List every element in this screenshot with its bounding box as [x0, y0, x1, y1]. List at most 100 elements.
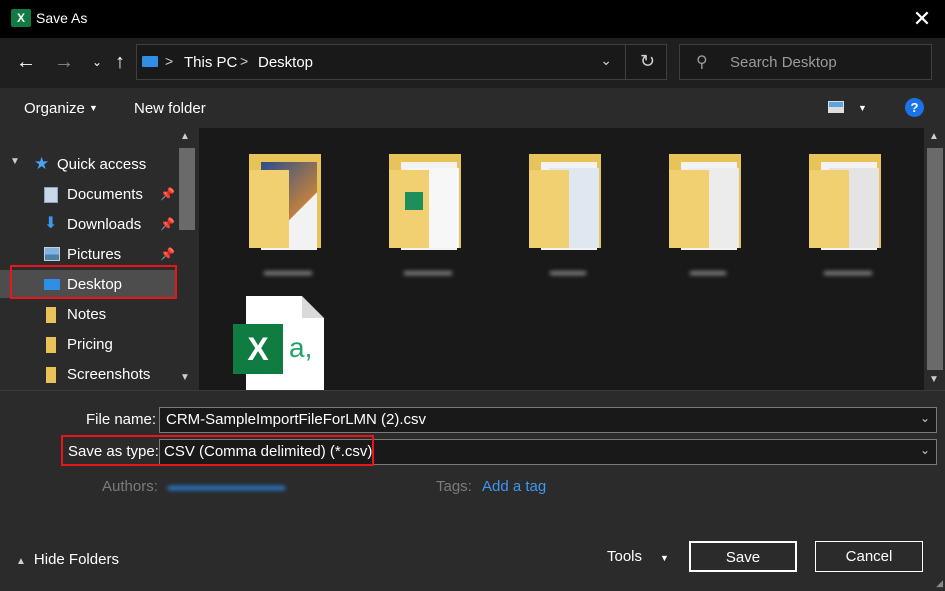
title-bar: X Save As ✕ — [0, 0, 945, 39]
scrollbar-thumb[interactable] — [927, 148, 943, 370]
chevron-down-icon[interactable]: ⌄ — [920, 411, 930, 425]
save-button[interactable]: Save — [689, 541, 797, 572]
hide-folders-button[interactable]: ▲ Hide Folders — [16, 551, 119, 568]
folder-name-blurred: ▬▬▬▬ — [404, 264, 452, 278]
folder-item[interactable]: ▬▬▬ — [523, 150, 613, 280]
search-box[interactable]: ⚲ — [679, 44, 932, 80]
tools-menu-button[interactable]: Tools — [607, 548, 642, 565]
navigation-pane: ▼ ★ Quick access Documents 📌 ⬇ Downloads… — [0, 128, 198, 390]
folder-item[interactable]: ▬▬▬ — [663, 150, 753, 280]
file-name-value: CRM-SampleImportFileForLMN (2).csv — [166, 411, 427, 428]
sidebar-item-label: Notes — [67, 306, 107, 323]
sidebar-item-quick-access[interactable]: ▼ ★ Quick access — [0, 150, 176, 178]
folder-item[interactable]: ▬▬▬▬ — [803, 150, 893, 280]
save-type-value-highlight-box — [157, 435, 374, 466]
address-history-chevron-down-icon[interactable]: ⌄ — [600, 52, 612, 69]
breadcrumb-this-pc[interactable]: This PC — [184, 54, 237, 71]
refresh-icon[interactable]: ↻ — [640, 51, 655, 72]
pin-icon: 📌 — [160, 187, 175, 201]
folder-front — [809, 170, 849, 248]
sidebar-item-label: Pricing — [67, 336, 113, 353]
forward-arrow-icon[interactable]: → — [52, 50, 76, 74]
breadcrumb-desktop[interactable]: Desktop — [258, 54, 313, 71]
sidebar-item-pictures[interactable]: Pictures 📌 — [0, 240, 176, 268]
folder-icon — [46, 367, 56, 383]
view-options-caret-icon[interactable]: ▼ — [858, 103, 867, 113]
this-pc-icon — [142, 56, 158, 67]
folder-front — [669, 170, 709, 248]
folder-name-blurred: ▬▬▬▬ — [264, 264, 312, 278]
authors-value-blurred[interactable]: ▬▬▬▬▬▬▬▬▬ — [168, 478, 292, 493]
pictures-icon — [44, 247, 60, 261]
sidebar-item-label: Screenshots — [67, 366, 151, 383]
sidebar-item-label: Quick access — [57, 156, 147, 173]
folder-name-blurred: ▬▬▬▬ — [824, 264, 872, 278]
pin-icon: 📌 — [160, 217, 175, 231]
search-icon: ⚲ — [696, 54, 708, 71]
chevron-down-icon[interactable]: ⌄ — [920, 443, 930, 457]
sidebar-item-pricing[interactable]: Pricing — [0, 330, 176, 358]
breadcrumb-separator-icon: > — [240, 53, 249, 69]
save-options-panel: File name: CRM-SampleImportFileForLMN (2… — [0, 390, 945, 591]
scroll-down-icon[interactable]: ▼ — [929, 374, 939, 385]
new-folder-button[interactable]: New folder — [134, 100, 206, 117]
documents-icon — [44, 187, 58, 203]
folder-item[interactable]: ▬▬▬▬ — [383, 150, 473, 280]
add-tag-link[interactable]: Add a tag — [482, 478, 546, 495]
address-divider — [625, 45, 626, 79]
sidebar-item-screenshots[interactable]: Screenshots — [0, 360, 176, 388]
downloads-icon: ⬇ — [44, 215, 58, 232]
pin-icon: 📌 — [160, 247, 175, 261]
window-title: Save As — [36, 10, 88, 26]
file-name-field[interactable]: CRM-SampleImportFileForLMN (2).csv ⌄ — [159, 407, 937, 433]
close-icon[interactable]: ✕ — [907, 4, 937, 34]
folder-name-blurred: ▬▬▬ — [550, 264, 586, 278]
sidebar-item-label: Downloads — [67, 216, 142, 233]
desktop-highlight-box — [10, 265, 177, 299]
organize-caret-icon[interactable]: ▼ — [89, 103, 98, 113]
hide-folders-label: Hide Folders — [33, 551, 119, 568]
csv-file-item[interactable]: X a, — [231, 296, 325, 390]
scroll-up-icon[interactable]: ▲ — [180, 131, 190, 142]
organize-menu-button[interactable]: Organize — [24, 100, 85, 117]
tags-label: Tags: — [436, 478, 472, 495]
resize-grip-icon[interactable]: ◢ — [936, 578, 943, 589]
scroll-down-icon[interactable]: ▼ — [180, 372, 190, 383]
folder-front — [529, 170, 569, 248]
folder-name-blurred: ▬▬▬ — [690, 264, 726, 278]
sidebar-item-documents[interactable]: Documents 📌 — [0, 180, 176, 208]
file-name-label: File name: — [86, 411, 157, 428]
authors-label: Authors: — [102, 478, 158, 495]
excel-csv-icon: X — [233, 324, 283, 374]
up-arrow-icon[interactable]: ↑ — [108, 50, 132, 74]
save-type-label-highlight-box — [61, 435, 159, 466]
scroll-up-icon[interactable]: ▲ — [929, 131, 939, 142]
recent-locations-chevron-down-icon[interactable]: ⌄ — [85, 50, 109, 74]
scrollbar-thumb[interactable] — [179, 148, 195, 230]
csv-glyph: a, — [289, 332, 313, 363]
sidebar-item-label: Pictures — [67, 246, 122, 263]
file-list-pane: ▬▬▬▬ ▬▬▬▬ ▬▬▬ ▬▬▬ ▬▬▬▬ X a, — [199, 128, 924, 390]
sidebar-item-notes[interactable]: Notes — [0, 300, 176, 328]
excel-app-icon: X — [11, 9, 31, 27]
folder-front — [249, 170, 289, 248]
tools-caret-icon[interactable]: ▼ — [660, 553, 669, 563]
expand-caret-icon[interactable]: ▼ — [10, 156, 20, 167]
sidebar-item-downloads[interactable]: ⬇ Downloads 📌 — [0, 210, 176, 238]
search-input[interactable] — [728, 50, 922, 74]
folder-item[interactable]: ▬▬▬▬ — [243, 150, 333, 280]
navigation-scrollbar[interactable]: ▲ ▼ — [177, 128, 197, 390]
file-corner-fold — [302, 296, 324, 318]
folder-icon — [46, 337, 56, 353]
back-arrow-icon[interactable]: ← — [14, 50, 38, 74]
address-box[interactable]: > This PC > Desktop ⌄ ↻ — [136, 44, 667, 80]
chevron-up-icon: ▲ — [16, 556, 26, 567]
cancel-button[interactable]: Cancel — [815, 541, 923, 572]
command-toolbar: Organize ▼ New folder ▼ ? — [0, 88, 945, 128]
breadcrumb-separator-icon: > — [165, 53, 174, 69]
change-view-icon[interactable] — [828, 101, 844, 113]
sidebar-item-label: Documents — [67, 186, 143, 203]
folder-icon — [46, 307, 56, 323]
help-icon[interactable]: ? — [905, 98, 924, 117]
file-list-scrollbar[interactable]: ▲ ▼ — [924, 128, 945, 390]
